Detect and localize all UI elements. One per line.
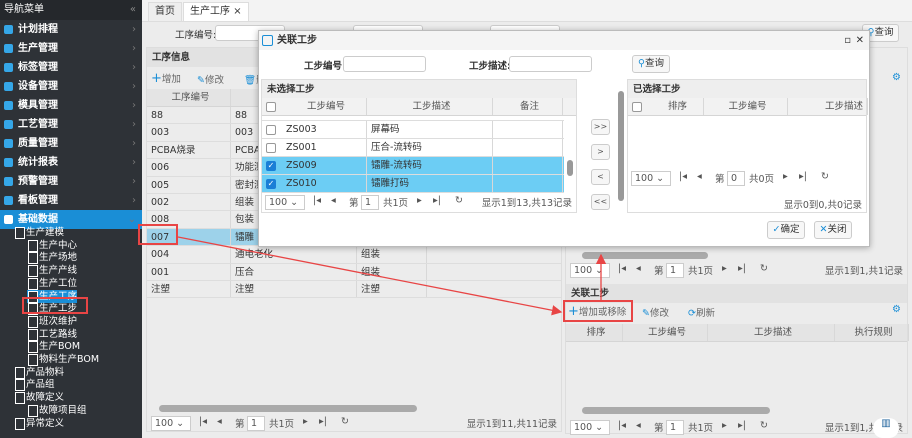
help-book-icon[interactable]: ▥	[873, 418, 899, 438]
annotation-arrows	[177, 236, 607, 316]
annotation-arrow	[177, 236, 563, 316]
